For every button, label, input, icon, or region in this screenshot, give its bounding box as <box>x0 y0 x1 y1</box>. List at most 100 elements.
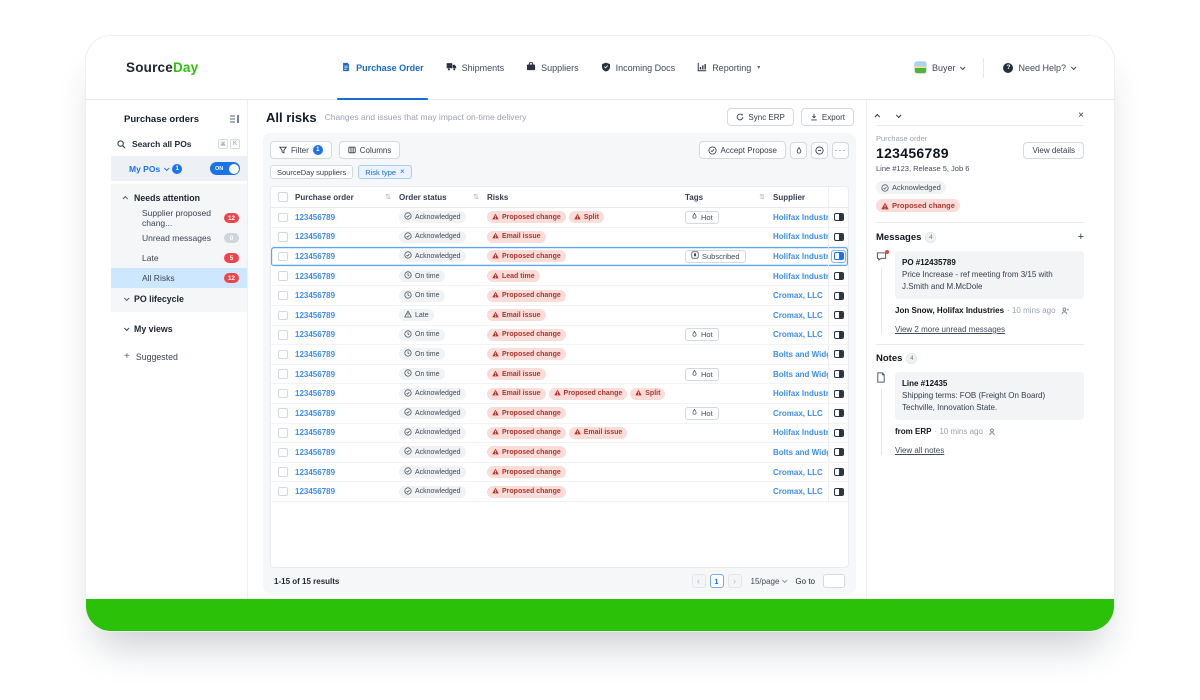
next-record-icon[interactable] <box>896 112 902 118</box>
tab-purchase-order[interactable]: Purchase Order <box>330 36 435 99</box>
previous-record-icon[interactable] <box>874 113 880 119</box>
open-detail-panel-button[interactable] <box>831 211 846 224</box>
supplier-link[interactable]: Cromax, LLC <box>773 291 828 300</box>
need-help-menu[interactable]: ? Need Help? <box>992 36 1086 99</box>
open-detail-panel-button[interactable] <box>831 328 846 341</box>
supplier-link[interactable]: Holifax Industries <box>773 213 828 222</box>
table-row[interactable]: 123456789AcknowledgedProposed changeSpli… <box>271 208 848 228</box>
row-checkbox[interactable] <box>278 448 288 458</box>
col-header-order-status[interactable]: Order status⇅ <box>399 193 487 202</box>
open-detail-panel-button[interactable] <box>831 309 846 322</box>
export-button[interactable]: Export <box>801 108 854 126</box>
open-detail-panel-button[interactable] <box>831 446 846 459</box>
po-link[interactable]: 123456789 <box>295 409 399 418</box>
open-detail-panel-button[interactable] <box>831 289 846 302</box>
my-pos-row[interactable]: My POs 1 ON <box>111 156 247 181</box>
supplier-link[interactable]: Holifax Industries <box>773 389 828 398</box>
po-lifecycle-header[interactable]: PO lifecycle <box>111 288 247 309</box>
needs-attention-header[interactable]: Needs attention <box>111 187 247 208</box>
supplier-link[interactable]: Cromax, LLC <box>773 468 828 477</box>
next-page-button[interactable]: › <box>728 574 742 588</box>
supplier-link[interactable]: Bolts and Widgets <box>773 370 828 379</box>
more-button[interactable]: ··· <box>832 142 849 159</box>
col-header-tags[interactable]: Tags⇅ <box>685 193 773 202</box>
snooze-button[interactable] <box>811 142 828 159</box>
filter-button[interactable]: Filter 1 <box>270 141 332 159</box>
po-link[interactable]: 123456789 <box>295 232 399 241</box>
row-checkbox[interactable] <box>278 350 288 360</box>
po-link[interactable]: 123456789 <box>295 370 399 379</box>
sidebar-item-late[interactable]: Late5 <box>111 248 247 268</box>
po-link[interactable]: 123456789 <box>295 291 399 300</box>
open-detail-panel-button[interactable] <box>831 387 846 400</box>
supplier-link[interactable]: Holifax Industries <box>773 428 828 437</box>
tag-hot[interactable]: Hot <box>685 407 719 420</box>
view-more-messages-link[interactable]: View 2 more unread messages <box>895 325 1005 334</box>
suggested-row[interactable]: + Suggested <box>111 346 247 368</box>
supplier-link[interactable]: Bolts and Widgets <box>773 448 828 457</box>
table-row[interactable]: 123456789AcknowledgedProposed changeCrom… <box>271 482 848 502</box>
table-row[interactable]: 123456789On timeProposed changeBolts and… <box>271 345 848 365</box>
search-all-pos[interactable]: Search all POs ⌘ K <box>111 132 247 156</box>
row-checkbox[interactable] <box>278 232 288 242</box>
row-checkbox[interactable] <box>278 428 288 438</box>
sidebar-item-all-risks[interactable]: All Risks12 <box>111 268 247 288</box>
table-row[interactable]: 123456789AcknowledgedProposed changeHotC… <box>271 404 848 424</box>
buyer-menu[interactable]: Buyer <box>903 36 976 99</box>
tag-hot[interactable]: Hot <box>685 328 719 341</box>
row-checkbox[interactable] <box>278 369 288 379</box>
goto-page-input[interactable] <box>823 574 845 588</box>
open-detail-panel-button[interactable] <box>831 368 846 381</box>
po-link[interactable]: 123456789 <box>295 252 399 261</box>
current-page-button[interactable]: 1 <box>710 574 724 588</box>
remove-chip-icon[interactable]: × <box>400 168 405 176</box>
tab-suppliers[interactable]: Suppliers <box>515 36 590 99</box>
sidebar-item-unread-messages[interactable]: Unread messages0 <box>111 228 247 248</box>
supplier-link[interactable]: Cromax, LLC <box>773 409 828 418</box>
prev-page-button[interactable]: ‹ <box>692 574 706 588</box>
table-row[interactable]: 123456789AcknowledgedEmail issueProposed… <box>271 384 848 404</box>
add-message-icon[interactable]: + <box>1078 231 1084 243</box>
open-detail-panel-button[interactable] <box>831 407 846 420</box>
row-checkbox[interactable] <box>278 213 288 223</box>
row-checkbox[interactable] <box>278 467 288 477</box>
sync-erp-button[interactable]: Sync ERP <box>727 108 793 126</box>
my-pos-toggle[interactable]: ON <box>210 162 240 175</box>
col-header-purchase-order[interactable]: Purchase order⇅ <box>295 193 399 202</box>
po-link[interactable]: 123456789 <box>295 389 399 398</box>
table-row[interactable]: 123456789AcknowledgedProposed changeBolt… <box>271 443 848 463</box>
open-detail-panel-button[interactable] <box>831 466 846 479</box>
open-detail-panel-button[interactable] <box>831 426 846 439</box>
row-checkbox[interactable] <box>278 271 288 281</box>
tab-shipments[interactable]: Shipments <box>435 36 516 99</box>
po-link[interactable]: 123456789 <box>295 350 399 359</box>
accept-propose-button[interactable]: Accept Propose <box>699 141 786 159</box>
table-row[interactable]: 123456789AcknowledgedProposed changeCrom… <box>271 463 848 483</box>
table-row[interactable]: 123456789On timeProposed changeCromax, L… <box>271 286 848 306</box>
supplier-link[interactable]: Holifax Industries <box>773 272 828 281</box>
supplier-link[interactable]: Holifax Industries <box>773 232 828 241</box>
collapse-sidebar-icon[interactable] <box>229 114 240 124</box>
open-detail-panel-button[interactable] <box>831 230 846 243</box>
row-checkbox[interactable] <box>278 389 288 399</box>
filter-chip-risk-type[interactable]: Risk type× <box>358 165 412 179</box>
open-detail-panel-button[interactable] <box>831 270 846 283</box>
row-checkbox[interactable] <box>278 252 288 262</box>
supplier-link[interactable]: Bolts and Widgets <box>773 350 828 359</box>
row-checkbox[interactable] <box>278 487 288 497</box>
po-link[interactable]: 123456789 <box>295 311 399 320</box>
row-checkbox[interactable] <box>278 330 288 340</box>
po-link[interactable]: 123456789 <box>295 487 399 496</box>
view-all-notes-link[interactable]: View all notes <box>895 446 944 455</box>
sidebar-item-supplier-proposed-chang-[interactable]: Supplier proposed chang...12 <box>111 208 247 228</box>
mark-hot-button[interactable] <box>790 142 807 159</box>
tag-hot[interactable]: Hot <box>685 211 719 224</box>
tab-reporting[interactable]: Reporting▾ <box>686 36 771 99</box>
tab-incoming-docs[interactable]: Incoming Docs <box>590 36 687 99</box>
po-link[interactable]: 123456789 <box>295 330 399 339</box>
table-row[interactable]: 123456789AcknowledgedEmail issueHolifax … <box>271 228 848 248</box>
select-all-checkbox[interactable] <box>278 192 288 202</box>
po-link[interactable]: 123456789 <box>295 272 399 281</box>
tag-hot[interactable]: Hot <box>685 368 719 381</box>
table-row[interactable]: 123456789On timeEmail issueHotBolts and … <box>271 365 848 385</box>
